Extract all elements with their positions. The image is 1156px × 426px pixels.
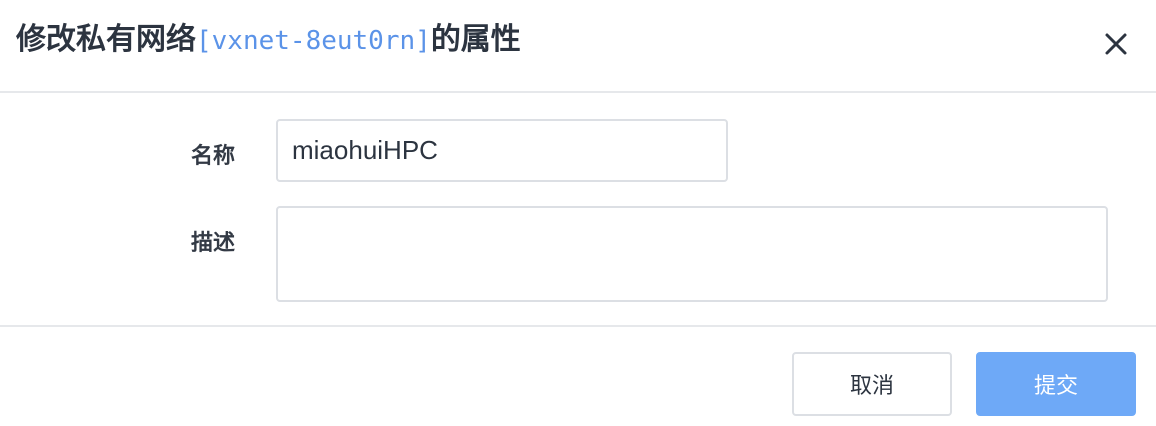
title-prefix: 修改私有网络 (16, 22, 196, 57)
cancel-button[interactable]: 取消 (792, 352, 952, 416)
dialog-title: 修改私有网络[vxnet-8eut0rn]的属性 (16, 20, 521, 61)
close-icon (1105, 33, 1127, 55)
submit-button[interactable]: 提交 (976, 352, 1136, 416)
dialog-footer: 取消 提交 (0, 327, 1156, 426)
name-input[interactable] (276, 119, 728, 182)
close-button[interactable] (1100, 28, 1132, 60)
dialog-body: 名称 描述 (0, 93, 1156, 327)
name-label: 名称 (190, 144, 235, 169)
description-label: 描述 (190, 231, 235, 256)
dialog-header: 修改私有网络[vxnet-8eut0rn]的属性 (0, 0, 1156, 93)
title-suffix: 的属性 (430, 22, 521, 57)
description-input[interactable] (276, 206, 1108, 302)
resource-id: [vxnet-8eut0rn] (196, 26, 431, 56)
edit-vxnet-dialog: 修改私有网络[vxnet-8eut0rn]的属性 名称 描述 取消 提交 (0, 0, 1156, 426)
